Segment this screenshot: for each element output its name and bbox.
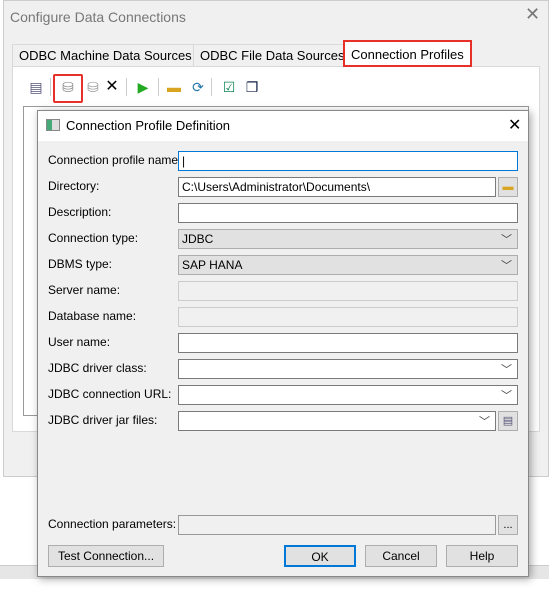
dialog-app-icon bbox=[46, 119, 60, 131]
dialog-title-bar: Connection Profile Definition ✕ bbox=[38, 111, 528, 141]
label-user-name: User name: bbox=[48, 335, 111, 349]
test-connection-button[interactable]: Test Connection... bbox=[48, 545, 164, 567]
toolbar-separator bbox=[50, 78, 51, 96]
server-name-input bbox=[178, 281, 518, 301]
open-folder-icon[interactable]: ▬ bbox=[165, 78, 183, 96]
cancel-button[interactable]: Cancel bbox=[365, 545, 437, 567]
document-icon: ▤ bbox=[502, 415, 514, 427]
label-directory: Directory: bbox=[48, 179, 100, 193]
chevron-down-icon: ﹀ bbox=[501, 364, 512, 376]
dbms-type-value: SAP HANA bbox=[182, 258, 243, 272]
refresh-icon[interactable]: ⟳ bbox=[189, 78, 207, 96]
help-button[interactable]: Help bbox=[446, 545, 518, 567]
connection-parameters-input bbox=[178, 515, 496, 535]
dbms-type-select[interactable]: SAP HANA ﹀ bbox=[178, 255, 518, 275]
jdbc-connection-url-combo[interactable]: ﹀ bbox=[178, 385, 518, 405]
label-dbms-type: DBMS type: bbox=[48, 257, 113, 271]
delete-icon[interactable]: ✕ bbox=[103, 78, 121, 96]
label-database-name: Database name: bbox=[48, 309, 137, 323]
chevron-down-icon: ﹀ bbox=[479, 416, 490, 428]
label-jdbc-connection-url: JDBC connection URL: bbox=[48, 387, 172, 401]
uncheck-all-icon[interactable]: ❐ bbox=[243, 78, 261, 96]
toolbar-separator bbox=[211, 78, 212, 96]
label-connection-type: Connection type: bbox=[48, 231, 139, 245]
database-name-input bbox=[178, 307, 518, 327]
connection-type-select[interactable]: JDBC ﹀ bbox=[178, 229, 518, 249]
folder-icon: ▬ bbox=[502, 181, 514, 193]
chevron-down-icon: ﹀ bbox=[501, 390, 512, 402]
chevron-down-icon: ﹀ bbox=[501, 260, 512, 272]
label-connection-parameters: Connection parameters: bbox=[48, 517, 177, 531]
connection-parameters-button[interactable]: ... bbox=[498, 515, 518, 535]
connection-profile-definition-dialog: Connection Profile Definition ✕ Connecti… bbox=[37, 110, 529, 577]
toolbar-separator bbox=[126, 78, 127, 96]
label-description: Description: bbox=[48, 205, 112, 219]
new-profile-icon[interactable]: ⛁ bbox=[59, 78, 77, 96]
dialog-close-button[interactable]: ✕ bbox=[508, 115, 521, 135]
ok-button[interactable]: OK bbox=[284, 545, 356, 567]
browse-jar-files-button[interactable]: ▤ bbox=[498, 411, 518, 431]
toolbar-separator bbox=[158, 78, 159, 96]
add-icon[interactable]: ⛁ bbox=[84, 78, 102, 96]
description-input[interactable] bbox=[178, 203, 518, 223]
jdbc-driver-class-combo[interactable]: ﹀ bbox=[178, 359, 518, 379]
check-all-icon[interactable]: ☑ bbox=[220, 78, 238, 96]
connection-type-value: JDBC bbox=[182, 232, 214, 246]
dialog-title: Connection Profile Definition bbox=[66, 118, 231, 133]
connection-profile-name-input[interactable]: | bbox=[178, 151, 518, 171]
browse-folder-button[interactable]: ▬ bbox=[498, 177, 518, 197]
jdbc-driver-jar-files-combo[interactable]: ﹀ bbox=[178, 411, 496, 431]
directory-input[interactable]: C:\Users\Administrator\Documents\ bbox=[178, 177, 496, 197]
properties-icon[interactable]: ▤ bbox=[27, 78, 45, 96]
label-jdbc-driver-jar-files: JDBC driver jar files: bbox=[48, 413, 158, 427]
user-name-input[interactable] bbox=[178, 333, 518, 353]
label-connection-profile-name: Connection profile name: bbox=[48, 153, 182, 167]
window-title: Configure Data Connections bbox=[10, 9, 186, 25]
tab-odbc-file-data-sources[interactable]: ODBC File Data Sources bbox=[193, 44, 352, 67]
label-server-name: Server name: bbox=[48, 283, 121, 297]
window-close-button[interactable]: ✕ bbox=[525, 4, 540, 25]
chevron-down-icon: ﹀ bbox=[501, 234, 512, 246]
tab-odbc-machine-data-sources[interactable]: ODBC Machine Data Sources bbox=[12, 44, 199, 67]
tab-connection-profiles[interactable]: Connection Profiles bbox=[343, 40, 472, 67]
label-jdbc-driver-class: JDBC driver class: bbox=[48, 361, 147, 375]
test-icon[interactable]: ▶ bbox=[134, 78, 152, 96]
